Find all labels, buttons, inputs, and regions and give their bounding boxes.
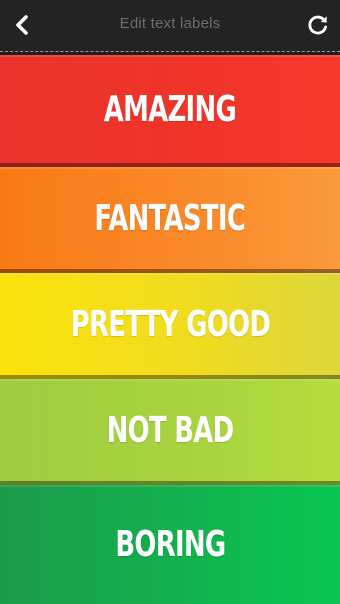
- refresh-icon: [308, 15, 327, 35]
- reset-button[interactable]: [302, 9, 334, 41]
- label-text: PRETTY GOOD: [70, 303, 270, 345]
- label-text: NOT BAD: [106, 409, 234, 451]
- page-title: Edit text labels: [119, 15, 221, 32]
- back-button[interactable]: [6, 9, 38, 41]
- chevron-left-icon: [16, 15, 28, 35]
- label-text: BORING: [114, 524, 226, 565]
- label-list: AMAZING FANTASTIC PRETTY GOOD NOT BAD BO…: [0, 55, 340, 604]
- label-row-pretty-good[interactable]: PRETTY GOOD: [0, 273, 340, 379]
- edit-labels-screen: Edit text labels AMAZING FANTASTIC PRETT…: [0, 0, 340, 604]
- top-bar: Edit text labels: [0, 0, 340, 52]
- label-row-fantastic[interactable]: FANTASTIC: [0, 167, 340, 273]
- label-row-amazing[interactable]: AMAZING: [0, 55, 340, 167]
- label-row-boring[interactable]: BORING: [0, 485, 340, 604]
- label-row-not-bad[interactable]: NOT BAD: [0, 379, 340, 485]
- label-text: AMAZING: [103, 88, 237, 130]
- label-text: FANTASTIC: [94, 197, 246, 239]
